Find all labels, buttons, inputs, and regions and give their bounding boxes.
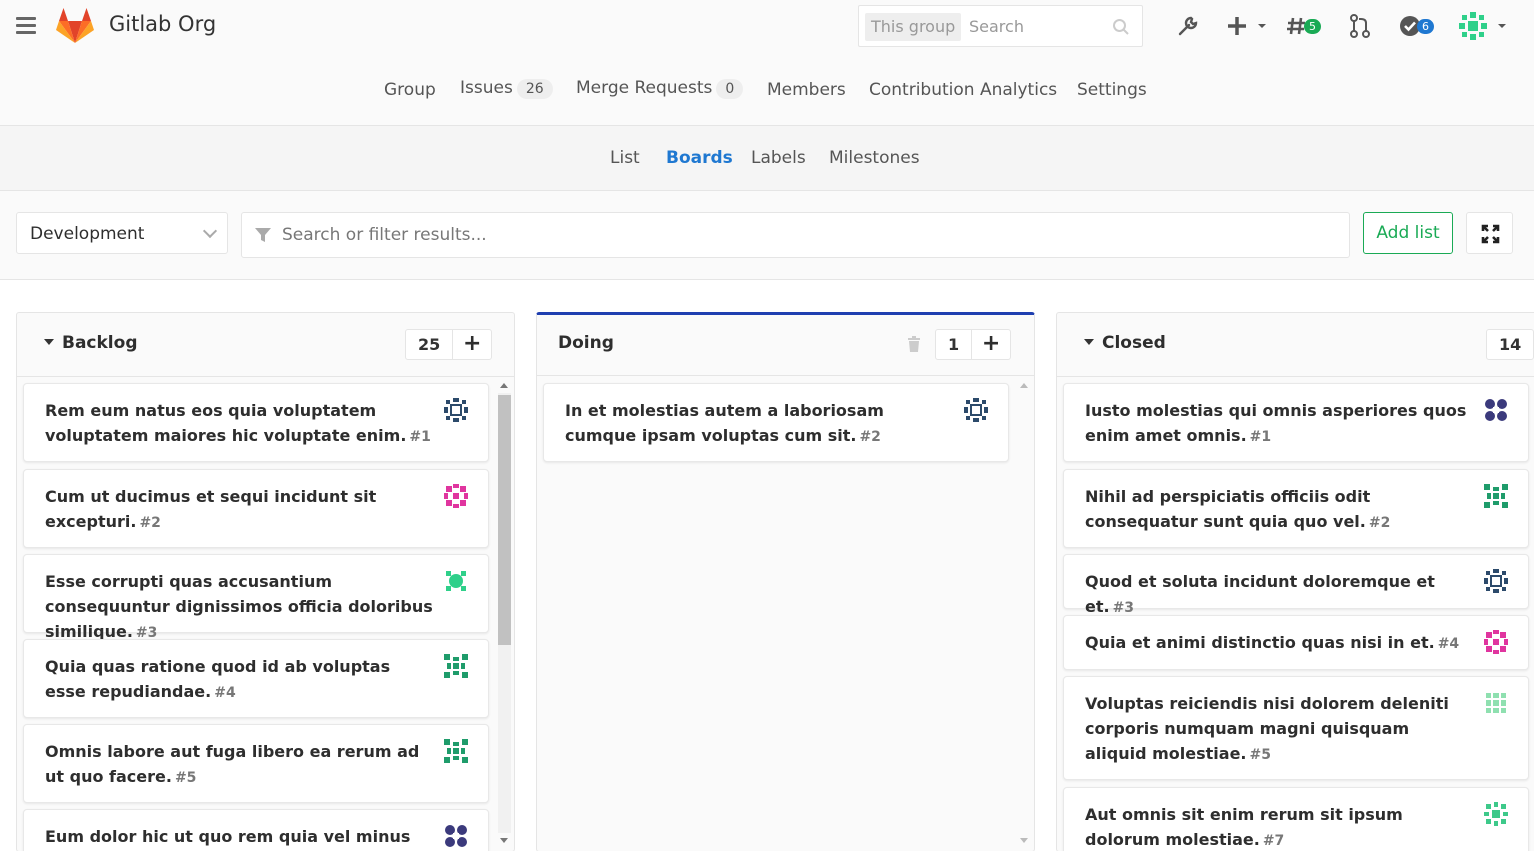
filter-search-input[interactable] xyxy=(282,223,1282,247)
filter-search-field[interactable] xyxy=(241,212,1350,258)
tab-labels[interactable]: Labels xyxy=(751,148,806,168)
list-count-group: 1 + xyxy=(935,329,1012,360)
board-list-closed: Closed 14 Iusto molestias qui omnis aspe… xyxy=(1056,312,1534,851)
board-selector-dropdown[interactable]: Development xyxy=(16,212,228,254)
todos-count-badge: 5 xyxy=(1304,18,1321,34)
list-header: Backlog 25 + xyxy=(17,313,514,377)
scroll-thumb[interactable] xyxy=(498,395,511,645)
scroll-up-arrow-icon[interactable] xyxy=(1020,383,1028,388)
assignee-avatar-icon[interactable] xyxy=(1484,398,1508,422)
issue-card[interactable]: Eum dolor hic ut quo rem quia vel minus xyxy=(23,809,489,851)
issue-card[interactable]: In et molestias autem a laboriosam cumqu… xyxy=(543,383,1009,462)
issue-card[interactable]: Voluptas reiciendis nisi dolorem delenit… xyxy=(1063,676,1529,780)
board-selector-label: Development xyxy=(30,224,145,244)
list-count-group: 25 + xyxy=(405,329,493,360)
list-issue-count: 25 xyxy=(418,335,441,354)
board-list-doing: Doing 1 + In et molestias autem a labori… xyxy=(536,312,1035,851)
list-count-group: 14 xyxy=(1486,329,1534,360)
issue-card[interactable]: Aut omnis sit enim rerum sit ipsum dolor… xyxy=(1063,787,1529,851)
delete-list-trash-icon[interactable] xyxy=(907,336,921,352)
tab-settings[interactable]: Settings xyxy=(1077,80,1147,100)
list-header: Doing 1 + xyxy=(537,315,1034,376)
board-list-backlog: Backlog 25 + Rem eum natus eos quia volu… xyxy=(16,312,515,851)
chevron-down-icon xyxy=(202,223,218,239)
assignee-avatar-icon[interactable] xyxy=(444,739,468,763)
board-area: Backlog 25 + Rem eum natus eos quia volu… xyxy=(0,280,1534,851)
issue-card[interactable]: Rem eum natus eos quia voluptatem volupt… xyxy=(23,383,489,462)
search-placeholder: Search xyxy=(969,17,1024,36)
menu-icon[interactable] xyxy=(16,17,36,35)
list-title[interactable]: Closed xyxy=(1084,333,1166,353)
collapse-caret-icon[interactable] xyxy=(44,339,54,345)
issue-card[interactable]: Quod et soluta incidunt doloremque et et… xyxy=(1063,554,1529,616)
tab-milestones[interactable]: Milestones xyxy=(829,148,920,168)
assignee-avatar-icon[interactable] xyxy=(444,569,468,593)
issue-card[interactable]: Quia et animi distinctio quas nisi in et… xyxy=(1063,615,1529,670)
assignee-avatar-icon[interactable] xyxy=(964,398,988,422)
list-scrollbar[interactable] xyxy=(495,383,511,843)
admin-wrench-icon[interactable] xyxy=(1177,12,1199,40)
user-avatar-icon xyxy=(1459,12,1506,40)
search-icon xyxy=(1113,19,1129,35)
filter-bar: Development Add list xyxy=(0,191,1534,280)
assignee-avatar-icon[interactable] xyxy=(444,824,468,848)
merge-requests-icon[interactable] xyxy=(1349,12,1371,40)
tab-merge-requests[interactable]: Merge Requests 0 xyxy=(576,78,744,99)
issue-card[interactable]: Omnis labore aut fuga libero ea rerum ad… xyxy=(23,724,489,803)
app-title[interactable]: Gitlab Org xyxy=(109,12,216,36)
new-dropdown-icon[interactable] xyxy=(1227,12,1267,40)
user-avatar-dropdown[interactable] xyxy=(1459,12,1511,40)
issues-check-icon[interactable]: 6 xyxy=(1399,12,1434,40)
tab-list[interactable]: List xyxy=(610,148,640,168)
issue-card[interactable]: Cum ut ducimus et sequi incidunt sit exc… xyxy=(23,469,489,548)
list-issue-count: 1 xyxy=(948,335,960,354)
list-title[interactable]: Backlog xyxy=(44,333,138,353)
tab-issues[interactable]: Issues 26 xyxy=(460,78,553,99)
issues-sub-nav: List Boards Labels Milestones xyxy=(0,126,1534,191)
scroll-down-arrow-icon[interactable] xyxy=(500,838,508,843)
assignee-avatar-icon[interactable] xyxy=(1484,802,1508,826)
assignee-avatar-icon[interactable] xyxy=(1484,484,1508,508)
assignee-avatar-icon[interactable] xyxy=(1484,630,1508,654)
assignee-avatar-icon[interactable] xyxy=(444,484,468,508)
tab-contribution-analytics[interactable]: Contribution Analytics xyxy=(869,80,1057,100)
tab-members[interactable]: Members xyxy=(767,80,846,100)
list-issue-count: 14 xyxy=(1499,335,1522,354)
merge-requests-count: 0 xyxy=(716,79,744,99)
issue-card[interactable]: Nihil ad perspiciatis officiis odit cons… xyxy=(1063,469,1529,548)
new-issue-plus-icon[interactable]: + xyxy=(971,330,1010,359)
assignee-avatar-icon[interactable] xyxy=(444,398,468,422)
scroll-down-arrow-icon[interactable] xyxy=(1020,838,1028,843)
search-scope-badge[interactable]: This group xyxy=(865,13,962,41)
add-list-button[interactable]: Add list xyxy=(1363,212,1453,254)
search-field[interactable]: This group Search xyxy=(858,5,1143,47)
gitlab-logo-icon[interactable] xyxy=(56,8,94,44)
group-nav: Group Issues 26 Merge Requests 0 Members C… xyxy=(0,52,1534,126)
list-title[interactable]: Doing xyxy=(558,333,614,353)
todos-icon[interactable]: 5 xyxy=(1287,12,1321,40)
assignee-avatar-icon[interactable] xyxy=(444,654,468,678)
issues-count: 26 xyxy=(516,79,553,99)
tab-boards[interactable]: Boards xyxy=(666,148,733,168)
scroll-up-arrow-icon[interactable] xyxy=(500,383,508,388)
collapse-caret-icon[interactable] xyxy=(1084,339,1094,345)
issues-count-badge: 6 xyxy=(1417,18,1434,34)
list-scrollbar[interactable] xyxy=(1015,383,1031,843)
fullscreen-button[interactable] xyxy=(1466,212,1513,254)
list-header: Closed 14 xyxy=(1057,313,1534,377)
issue-card[interactable]: Esse corrupti quas accusantium consequun… xyxy=(23,554,489,641)
assignee-avatar-icon[interactable] xyxy=(1484,691,1508,715)
issue-card[interactable]: Iusto molestias qui omnis asperiores quo… xyxy=(1063,383,1529,462)
assignee-avatar-icon[interactable] xyxy=(1484,569,1508,593)
issue-card[interactable]: Quia quas ratione quod id ab voluptas es… xyxy=(23,639,489,718)
expand-icon xyxy=(1481,224,1500,244)
tab-group[interactable]: Group xyxy=(384,80,436,100)
new-issue-plus-icon[interactable]: + xyxy=(452,330,491,359)
filter-icon xyxy=(255,228,271,242)
top-header: Gitlab Org This group Search 5 6 xyxy=(0,0,1534,52)
